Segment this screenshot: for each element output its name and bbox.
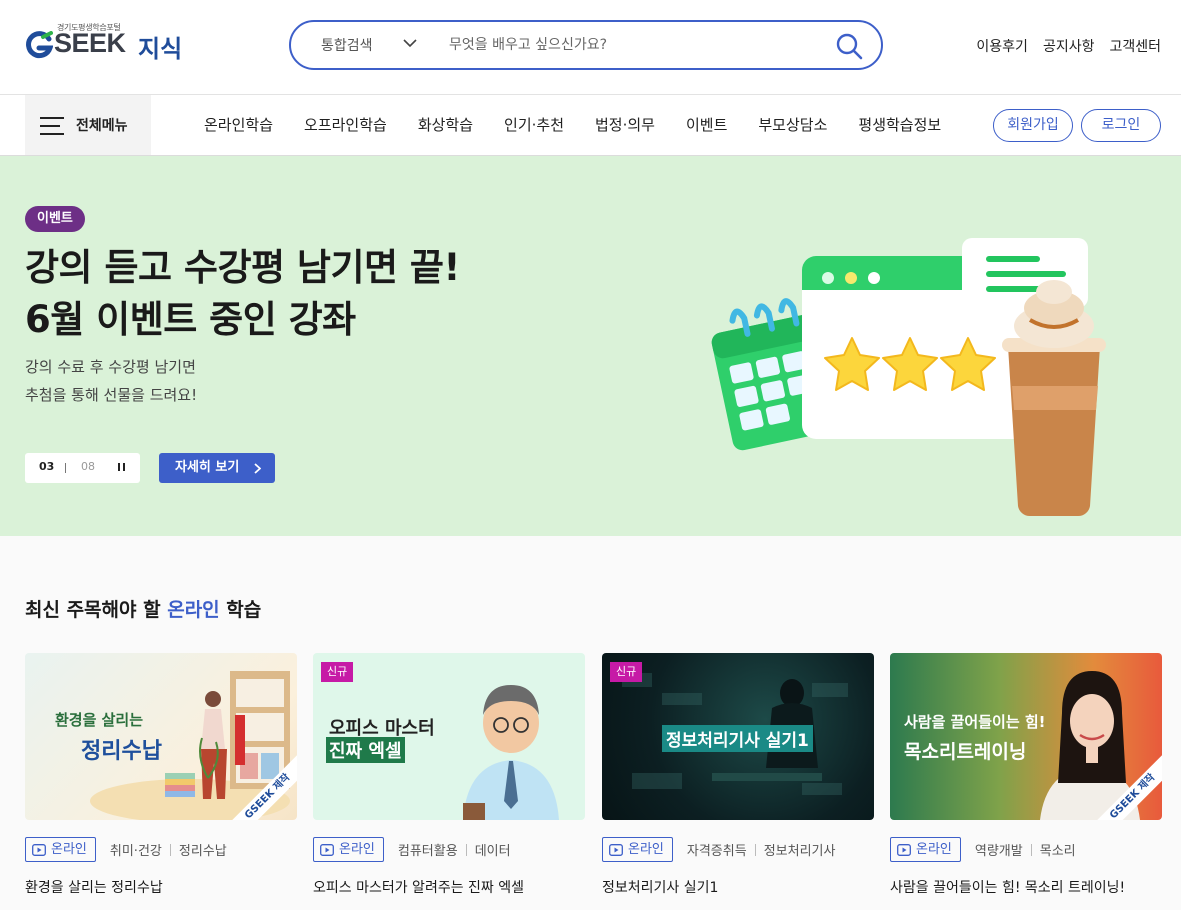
hero-description: 강의 수료 후 수강평 남기면 추첨을 통해 선물을 드려요!	[25, 353, 197, 409]
nav-item-offline[interactable]: 오프라인학습	[304, 114, 387, 135]
more-details-button[interactable]: 자세히 보기	[159, 453, 275, 483]
nav-item-popular[interactable]: 인기·추천	[504, 114, 564, 135]
play-icon	[897, 843, 911, 856]
course-card-voice-training[interactable]: 사람을 끌어들이는 힘! 목소리트레이닝 GSEEK 제작 온라인 역량개발 목…	[890, 653, 1162, 910]
course-title[interactable]: 환경을 살리는 정리수납	[25, 877, 163, 897]
category-secondary: 정보처리기사	[763, 844, 836, 859]
category-primary: 역량개발	[974, 844, 1023, 859]
play-icon	[320, 843, 334, 856]
nav-item-online[interactable]: 온라인학습	[204, 114, 273, 135]
hero-title: 강의 듣고 수강평 남기면 끝! 6월 이벤트 중인 강좌	[25, 242, 460, 346]
nav-item-legal[interactable]: 법정·의무	[595, 114, 655, 135]
nav-item-event[interactable]: 이벤트	[686, 114, 727, 135]
nav-menu: 온라인학습 오프라인학습 화상학습 인기·추천 법정·의무 이벤트 부모상담소 …	[204, 114, 972, 135]
slide-current: 03	[39, 460, 55, 473]
category-secondary: 목소리	[1039, 844, 1076, 859]
chevron-down-icon[interactable]	[403, 38, 417, 48]
hero-title-line2: 6월 이벤트 중인 강좌	[25, 298, 356, 341]
category-primary: 취미·건강	[109, 844, 162, 859]
search-icon[interactable]	[835, 32, 863, 60]
search-bar: 통합검색	[289, 20, 883, 70]
online-tag: 온라인	[313, 837, 384, 862]
slide-pager: 03 08	[25, 453, 140, 483]
play-icon	[32, 843, 46, 856]
online-tag: 온라인	[890, 837, 961, 862]
course-card-info-processing[interactable]: 신규 정보처리기사 실기1 온라인 자격증취득 정보처리기사 정보처리기사 실기…	[602, 653, 874, 910]
hero-desc-line2: 추첨을 통해 선물을 드려요!	[25, 386, 198, 404]
logo-sub: 지식	[138, 35, 183, 63]
online-tag-label: 온라인	[628, 842, 664, 857]
hero-desc-line1: 강의 수료 후 수강평 남기면	[25, 358, 196, 376]
category-primary: 컴퓨터활용	[397, 844, 458, 859]
course-thumbnail: 신규 오피스 마스터 진짜 엑셀	[313, 653, 585, 820]
signup-button[interactable]: 회원가입	[993, 109, 1073, 142]
all-menu-button[interactable]: 전체메뉴	[25, 95, 151, 155]
course-thumbnail: 환경을 살리는 정리수납 GSEEK 제작	[25, 653, 297, 820]
online-tag-label: 온라인	[51, 842, 87, 857]
play-icon	[609, 843, 623, 856]
thumbnail-line2: 진짜 엑셀	[326, 737, 405, 763]
reviews-link[interactable]: 이용후기	[976, 36, 1028, 56]
card-meta: 온라인 역량개발 목소리	[890, 837, 1076, 862]
course-thumbnail: 사람을 끌어들이는 힘! 목소리트레이닝 GSEEK 제작	[890, 653, 1162, 820]
nav-item-video[interactable]: 화상학습	[418, 114, 473, 135]
main-nav: 전체메뉴 온라인학습 오프라인학습 화상학습 인기·추천 법정·의무 이벤트 부…	[0, 95, 1181, 156]
logo-g-icon	[26, 31, 53, 59]
hero-banner: 이벤트 강의 듣고 수강평 남기면 끝! 6월 이벤트 중인 강좌 강의 수료 …	[0, 156, 1181, 536]
nav-item-parents[interactable]: 부모상담소	[758, 114, 827, 135]
online-tag-label: 온라인	[916, 842, 952, 857]
section-title-suffix: 학습	[219, 599, 262, 621]
nav-item-lifelong-info[interactable]: 평생학습정보	[858, 114, 941, 135]
logo-wordmark: SEEK	[54, 28, 126, 58]
review-illustration	[711, 238, 1106, 517]
section-title-highlight: 온라인	[167, 599, 220, 621]
top-header: 경기도평생학습포털 SEEK 지식 통합검색 이용후기 공지사항 고객센터	[0, 0, 1181, 95]
section-title: 최신 주목해야 할 온라인 학습	[25, 595, 261, 622]
online-tag: 온라인	[25, 837, 96, 862]
category-secondary: 정리수납	[178, 844, 227, 859]
category-primary: 자격증취득	[686, 844, 747, 859]
section-title-prefix: 최신 주목해야 할	[25, 599, 168, 621]
card-meta: 온라인 취미·건강 정리수납	[25, 837, 227, 862]
course-card-organizing[interactable]: 환경을 살리는 정리수납 GSEEK 제작 온라인 취미·건강 정리수납 환경을…	[25, 653, 297, 910]
card-meta: 온라인 컴퓨터활용 데이터	[313, 837, 511, 862]
thumbnail-line1: 환경을 살리는	[55, 711, 144, 729]
search-input[interactable]	[449, 33, 819, 57]
card-meta: 온라인 자격증취득 정보처리기사	[602, 837, 835, 862]
customer-center-link[interactable]: 고객센터	[1109, 36, 1161, 56]
slide-total: 08	[81, 460, 95, 473]
login-button[interactable]: 로그인	[1081, 109, 1161, 142]
notice-link[interactable]: 공지사항	[1043, 36, 1095, 56]
search-scope-select[interactable]: 통합검색	[321, 35, 373, 55]
new-badge: 신규	[610, 662, 643, 682]
thumbnail-line2: 정리수납	[81, 739, 162, 764]
course-card-excel[interactable]: 신규 오피스 마스터 진짜 엑셀 온라인 컴퓨터활용 데이터 오피스 마스터가 …	[313, 653, 585, 910]
new-badge: 신규	[321, 662, 354, 682]
thumbnail-line1: 정보처리기사 실기1	[662, 725, 813, 752]
category-secondary: 데이터	[474, 844, 511, 859]
online-courses-section: 최신 주목해야 할 온라인 학습 환경을 살리는 정리수납 GSEEK 제작 온…	[0, 536, 1181, 910]
thumbnail-line2: 목소리트레이닝	[904, 741, 1027, 763]
hamburger-icon	[40, 117, 64, 135]
all-menu-label: 전체메뉴	[76, 118, 128, 134]
pause-icon[interactable]	[118, 463, 126, 473]
course-title[interactable]: 정보처리기사 실기1	[602, 877, 718, 897]
hero-title-line1: 강의 듣고 수강평 남기면 끝!	[25, 246, 460, 289]
site-logo[interactable]: 경기도평생학습포털 SEEK 지식	[25, 22, 205, 66]
more-details-label: 자세히 보기	[175, 460, 240, 475]
utility-links: 이용후기 공지사항 고객센터	[976, 36, 1161, 56]
chevron-right-icon	[254, 463, 261, 474]
course-title[interactable]: 오피스 마스터가 알려주는 진짜 엑셀	[313, 877, 524, 897]
event-badge: 이벤트	[25, 206, 85, 232]
online-tag: 온라인	[602, 837, 673, 862]
course-thumbnail: 신규 정보처리기사 실기1	[602, 653, 874, 820]
online-tag-label: 온라인	[339, 842, 375, 857]
thumbnail-line1: 사람을 끌어들이는 힘!	[904, 713, 1046, 731]
course-title[interactable]: 사람을 끌어들이는 힘! 목소리 트레이닝!	[890, 877, 1125, 897]
